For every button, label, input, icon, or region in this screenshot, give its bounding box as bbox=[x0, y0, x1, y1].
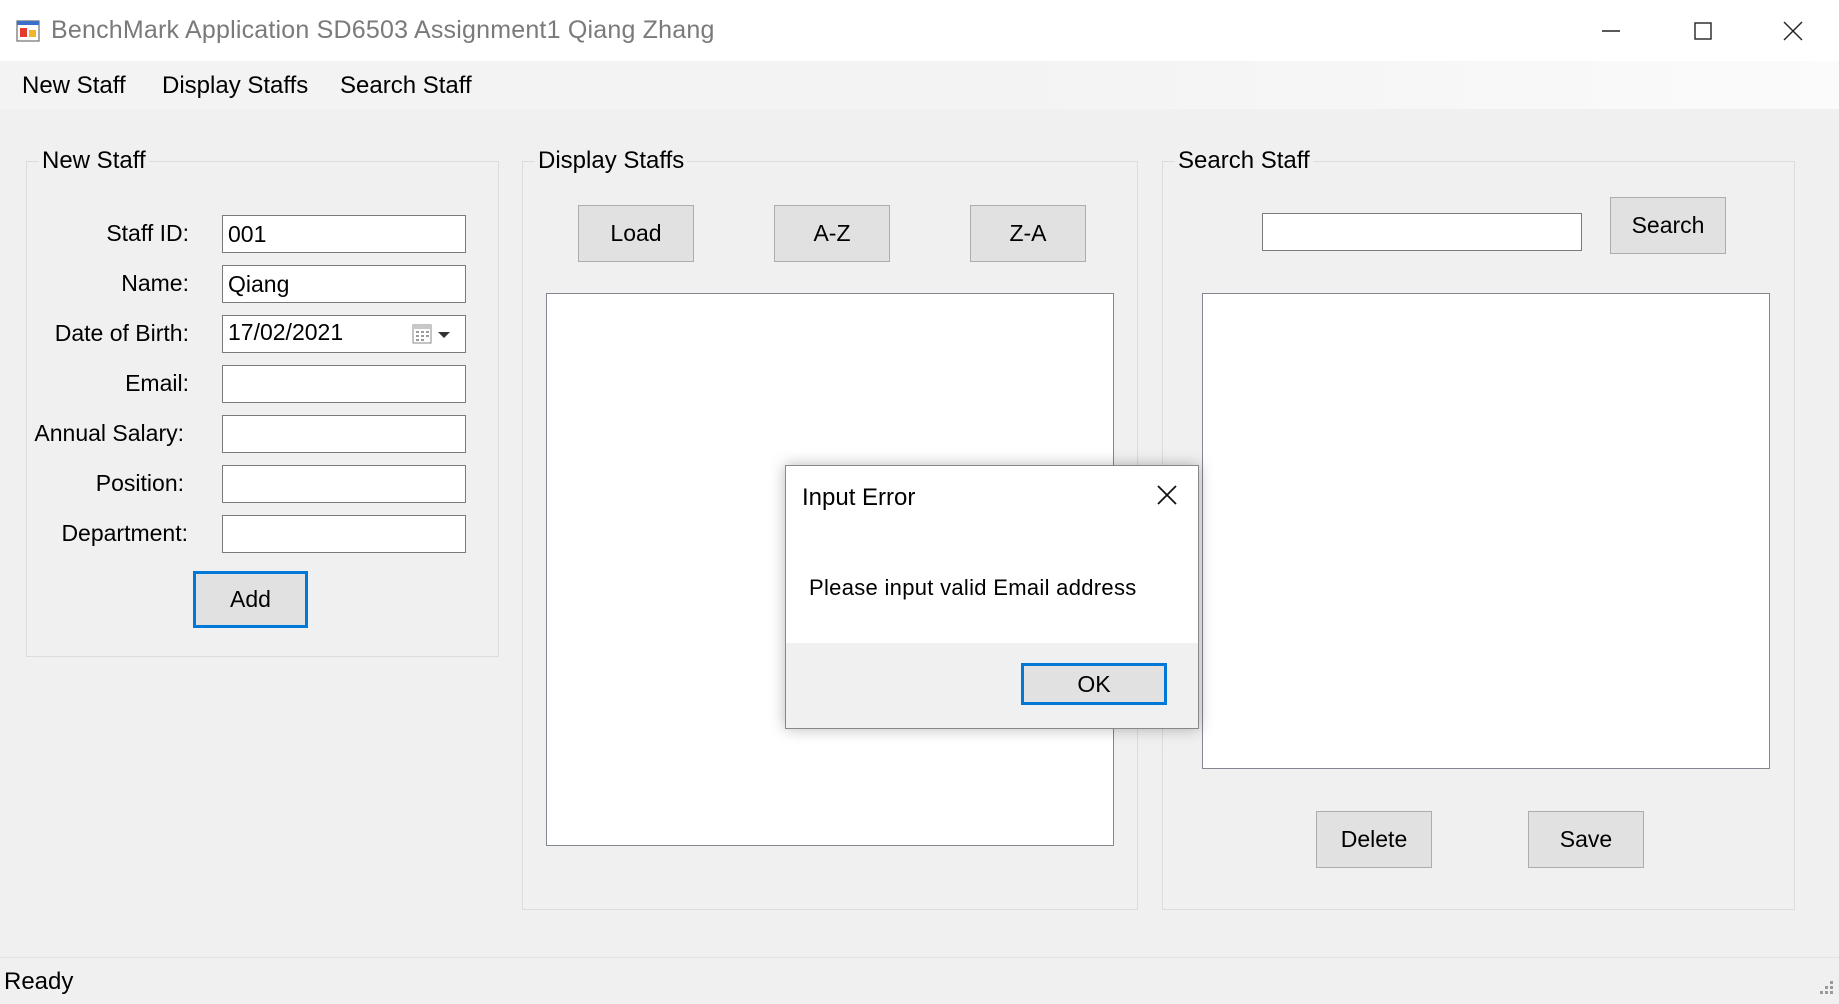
menu-item-new-staff[interactable]: New Staff bbox=[22, 70, 126, 102]
minimize-button[interactable] bbox=[1565, 0, 1657, 61]
annual-salary-input[interactable] bbox=[222, 415, 466, 453]
email-input[interactable] bbox=[222, 365, 466, 403]
status-text: Ready bbox=[4, 968, 74, 995]
delete-button[interactable]: Delete bbox=[1316, 811, 1432, 868]
search-staff-group-title: Search Staff bbox=[1175, 147, 1313, 175]
menu-item-display-staffs[interactable]: Display Staffs bbox=[162, 70, 308, 102]
calendar-icon bbox=[412, 324, 450, 344]
dob-value: 17/02/2021 bbox=[228, 319, 344, 345]
chevron-down-icon bbox=[438, 332, 450, 338]
staff-id-input[interactable] bbox=[222, 215, 466, 253]
dob-label: Date of Birth: bbox=[54, 320, 189, 346]
dialog-message: Please input valid Email address bbox=[809, 575, 1137, 600]
dialog-title: Input Error bbox=[802, 484, 916, 511]
calendar-dropdown-button[interactable] bbox=[411, 323, 457, 345]
maximize-button[interactable] bbox=[1657, 0, 1749, 61]
position-input[interactable] bbox=[222, 465, 466, 503]
name-input[interactable] bbox=[222, 265, 466, 303]
title-bar: BenchMark Application SD6503 Assignment1… bbox=[0, 0, 1839, 61]
minimize-icon bbox=[1602, 29, 1620, 32]
maximize-icon bbox=[1694, 21, 1712, 40]
staff-id-label: Staff ID: bbox=[106, 220, 189, 246]
search-button[interactable]: Search bbox=[1610, 197, 1726, 254]
close-icon bbox=[1157, 485, 1177, 505]
new-staff-group-title: New Staff bbox=[39, 147, 149, 175]
sort-az-button[interactable]: A-Z bbox=[774, 205, 890, 262]
menu-bar: New Staff Display Staffs Search Staff bbox=[0, 61, 1839, 109]
input-error-dialog: Input Error Please input valid Email add… bbox=[785, 465, 1199, 729]
load-button[interactable]: Load bbox=[578, 205, 694, 262]
name-label: Name: bbox=[121, 270, 189, 296]
status-bar: Ready bbox=[0, 957, 1839, 1004]
app-icon[interactable] bbox=[16, 18, 42, 44]
sort-za-button[interactable]: Z-A bbox=[970, 205, 1086, 262]
search-input[interactable] bbox=[1262, 213, 1582, 251]
close-icon bbox=[1783, 21, 1803, 40]
dob-date-picker[interactable]: 17/02/2021 bbox=[222, 315, 466, 353]
search-results-list[interactable] bbox=[1202, 293, 1770, 769]
save-button[interactable]: Save bbox=[1528, 811, 1644, 868]
resize-grip-icon[interactable] bbox=[1813, 976, 1835, 998]
department-label: Department: bbox=[61, 520, 188, 546]
email-label: Email: bbox=[125, 370, 189, 396]
display-staffs-group-title: Display Staffs bbox=[535, 147, 688, 175]
dialog-close-button[interactable] bbox=[1154, 482, 1180, 508]
dialog-footer: OK bbox=[786, 643, 1198, 728]
department-input[interactable] bbox=[222, 515, 466, 553]
annual-salary-label: Annual Salary: bbox=[34, 420, 184, 446]
add-button[interactable]: Add bbox=[193, 571, 308, 628]
menu-item-search-staff[interactable]: Search Staff bbox=[340, 70, 472, 102]
ok-button[interactable]: OK bbox=[1021, 663, 1167, 705]
close-button[interactable] bbox=[1747, 0, 1839, 61]
window-title: BenchMark Application SD6503 Assignment1… bbox=[51, 16, 715, 44]
position-label: Position: bbox=[95, 470, 184, 496]
